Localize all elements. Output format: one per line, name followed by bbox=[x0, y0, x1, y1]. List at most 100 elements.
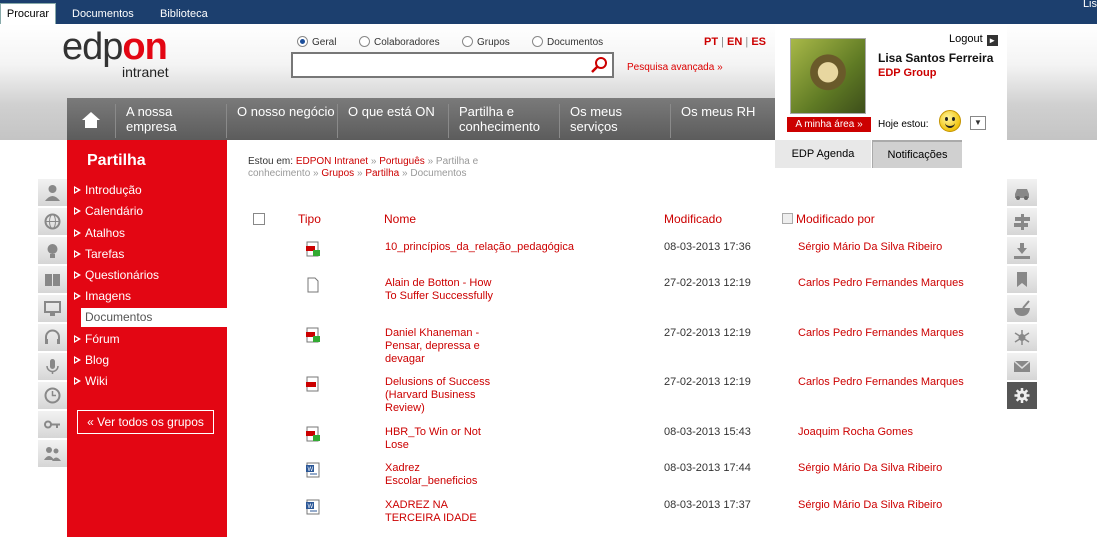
mail-icon bbox=[1013, 360, 1031, 372]
file-modified-by[interactable]: Carlos Pedro Fernandes Marques bbox=[798, 277, 964, 289]
rail-car[interactable] bbox=[1007, 179, 1037, 207]
rail-clock[interactable] bbox=[38, 382, 67, 410]
headset-icon bbox=[45, 329, 60, 344]
scope-geral[interactable]: Geral bbox=[297, 36, 336, 48]
smiley-icon[interactable] bbox=[939, 110, 961, 132]
file-modified-by[interactable]: Joaquim Rocha Gomes bbox=[798, 426, 913, 438]
file-modified-by[interactable]: Carlos Pedro Fernandes Marques bbox=[798, 376, 964, 388]
sidebar-item-questionarios[interactable]: Questionários bbox=[71, 266, 227, 285]
nav-home[interactable] bbox=[67, 98, 115, 140]
rail-monitor[interactable] bbox=[38, 295, 67, 323]
logo-subtitle: intranet bbox=[122, 64, 169, 80]
rail-key[interactable] bbox=[38, 411, 67, 439]
file-name[interactable]: Daniel Khaneman - Pensar, depressa e dev… bbox=[385, 327, 505, 366]
pdf-edit-icon bbox=[306, 426, 320, 442]
tab-documentos[interactable]: Documentos bbox=[72, 4, 134, 24]
avatar[interactable] bbox=[790, 38, 866, 114]
rail-mortar[interactable] bbox=[1007, 295, 1037, 323]
user-name[interactable]: Lisa Santos Ferreira bbox=[878, 51, 993, 65]
sidebar-item-wiki[interactable]: Wiki bbox=[71, 372, 227, 391]
rail-contacts[interactable] bbox=[38, 440, 67, 468]
file-modified-by[interactable]: Carlos Pedro Fernandes Marques bbox=[798, 327, 964, 339]
lang-pt[interactable]: PT bbox=[704, 36, 718, 48]
radio-selected-icon[interactable] bbox=[297, 36, 308, 47]
rail-signpost[interactable] bbox=[1007, 208, 1037, 236]
rail-globe[interactable] bbox=[38, 208, 67, 236]
my-area-button[interactable]: A minha área » bbox=[787, 117, 871, 132]
top-right-text: Lis bbox=[1082, 0, 1097, 10]
svg-text:W: W bbox=[308, 467, 314, 473]
search-input[interactable] bbox=[291, 52, 614, 78]
sidebar-item-forum[interactable]: Fórum bbox=[71, 330, 227, 349]
breadcrumb-item[interactable]: Partilha bbox=[365, 168, 399, 179]
sidebar-item-blog[interactable]: Blog bbox=[71, 351, 227, 370]
sidebar-item-introducao[interactable]: Introdução bbox=[71, 181, 227, 200]
rail-mail[interactable] bbox=[1007, 353, 1037, 381]
chevron-down-icon: ▼ bbox=[974, 118, 982, 127]
file-modified-by[interactable]: Sérgio Mário Da Silva Ribeiro bbox=[798, 499, 942, 511]
rail-book[interactable] bbox=[38, 266, 67, 294]
rail-settings[interactable] bbox=[1007, 382, 1037, 410]
radio-icon[interactable] bbox=[359, 36, 370, 47]
file-modified: 08-03-2013 15:43 bbox=[664, 426, 751, 438]
tab-biblioteca[interactable]: Biblioteca bbox=[160, 4, 208, 24]
nav-item-servicos[interactable]: Os meus serviços bbox=[559, 104, 670, 138]
breadcrumb-item[interactable]: Português bbox=[379, 156, 425, 167]
tab-notificacoes[interactable]: Notificações bbox=[872, 140, 962, 168]
svg-text:W: W bbox=[308, 504, 314, 510]
column-header-type[interactable]: Tipo bbox=[298, 212, 321, 226]
nav-item-rh[interactable]: Os meus RH bbox=[670, 104, 775, 138]
radio-icon[interactable] bbox=[462, 36, 473, 47]
rail-download[interactable] bbox=[1007, 237, 1037, 265]
rail-headset[interactable] bbox=[38, 324, 67, 352]
rail-bulb[interactable] bbox=[38, 237, 67, 265]
rail-microphone[interactable] bbox=[38, 353, 67, 381]
lang-es[interactable]: ES bbox=[751, 36, 766, 48]
file-name[interactable]: Alain de Botton - How To Suffer Successf… bbox=[385, 277, 505, 303]
scope-label: Geral bbox=[312, 37, 337, 48]
file-modified-by[interactable]: Sérgio Mário Da Silva Ribeiro bbox=[798, 241, 942, 253]
sidebar-item-calendario[interactable]: Calendário bbox=[71, 202, 227, 221]
nav-item-negocio[interactable]: O nosso negócio bbox=[226, 104, 337, 138]
mood-dropdown[interactable]: ▼ bbox=[970, 116, 986, 130]
rail-profile[interactable] bbox=[38, 179, 67, 207]
radio-icon[interactable] bbox=[532, 36, 543, 47]
tab-procurar[interactable]: Procurar bbox=[0, 3, 56, 24]
all-groups-button[interactable]: « Ver todos os grupos bbox=[77, 410, 214, 434]
rail-bookmark[interactable] bbox=[1007, 266, 1037, 294]
scope-grupos[interactable]: Grupos bbox=[462, 36, 510, 48]
user-group[interactable]: EDP Group bbox=[878, 67, 936, 79]
sidebar-item-imagens[interactable]: Imagens bbox=[71, 287, 227, 306]
nav-item-partilha[interactable]: Partilha e conhecimento bbox=[448, 104, 559, 138]
file-name[interactable]: Xadrez Escolar_beneficios bbox=[385, 462, 505, 488]
rail-network[interactable] bbox=[1007, 324, 1037, 352]
gear-icon bbox=[1014, 388, 1030, 403]
nav-item-on[interactable]: O que está ON bbox=[337, 104, 448, 138]
column-header-name[interactable]: Nome bbox=[384, 212, 416, 226]
scope-colaboradores[interactable]: Colaboradores bbox=[359, 36, 440, 48]
file-name[interactable]: Delusions of Success (Harvard Business R… bbox=[385, 376, 505, 415]
search-icon[interactable] bbox=[590, 56, 608, 74]
file-name[interactable]: XADREZ NA TERCEIRA IDADE bbox=[385, 499, 505, 525]
scope-label: Documentos bbox=[547, 37, 604, 48]
sidebar-item-documentos[interactable]: Documentos bbox=[81, 308, 227, 327]
file-name[interactable]: HBR_To Win or Not Lose bbox=[385, 426, 505, 452]
column-header-modified[interactable]: Modificado bbox=[664, 212, 722, 226]
lang-en[interactable]: EN bbox=[727, 36, 742, 48]
file-name[interactable]: 10_princípios_da_relação_pedagógica bbox=[385, 241, 574, 254]
sidebar-item-atalhos[interactable]: Atalhos bbox=[71, 224, 227, 243]
edpon-logo[interactable]: edpon intranet bbox=[62, 26, 192, 82]
column-checkbox-icon[interactable] bbox=[782, 213, 793, 224]
logout-link[interactable]: Logout ► bbox=[949, 33, 998, 46]
file-modified-by[interactable]: Sérgio Mário Da Silva Ribeiro bbox=[798, 462, 942, 474]
scope-documentos[interactable]: Documentos bbox=[532, 36, 603, 48]
column-header-modified-by[interactable]: Modificado por bbox=[782, 212, 875, 226]
advanced-search-link[interactable]: Pesquisa avançada » bbox=[627, 62, 723, 73]
nav-item-empresa[interactable]: A nossa empresa bbox=[115, 104, 226, 138]
tab-edp-agenda[interactable]: EDP Agenda bbox=[775, 140, 871, 168]
mood-label: Hoje estou: bbox=[878, 119, 929, 130]
breadcrumb-item[interactable]: Grupos bbox=[321, 168, 354, 179]
select-all-checkbox[interactable] bbox=[253, 213, 265, 225]
sidebar-item-tarefas[interactable]: Tarefas bbox=[71, 245, 227, 264]
breadcrumb-item[interactable]: EDPON Intranet bbox=[296, 156, 368, 167]
